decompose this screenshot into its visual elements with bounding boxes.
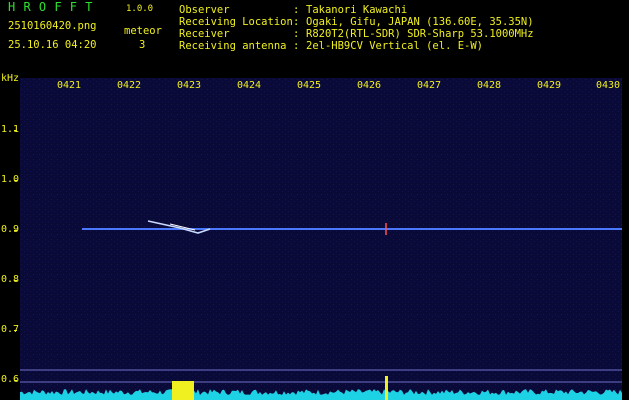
x-label-0423: 0423: [177, 80, 202, 91]
y-tick: [14, 380, 17, 381]
app-title: H R O F F T: [8, 0, 93, 14]
x-label-0421: 0421: [57, 80, 82, 91]
file-name: 2510160420.png: [8, 20, 97, 32]
antenna-value: 2el-HB9CV Vertical (el. E-W): [306, 40, 484, 52]
right-border: [622, 78, 629, 400]
x-label-0422: 0422: [117, 80, 142, 91]
meteor-burst-spike: [385, 376, 388, 400]
x-label-0428: 0428: [477, 80, 502, 91]
y-unit-label: kHz: [1, 73, 20, 84]
antenna-label: Receiving antenna: [179, 40, 287, 52]
date-time: 25.10.16 04:20: [8, 39, 97, 51]
y-tick: [14, 180, 17, 181]
y-tick: [14, 130, 17, 131]
meteor-burst: [172, 381, 194, 400]
app-version: 1.0.0: [126, 4, 154, 14]
x-label-0430: 0430: [596, 80, 621, 91]
header-panel: H R O F F T 1.0.0 2510160420.png 25.10.1…: [0, 0, 629, 78]
x-label-0429: 0429: [537, 80, 562, 91]
y-tick: [14, 330, 17, 331]
y-tick: [14, 230, 17, 231]
x-label-0426: 0426: [357, 80, 382, 91]
antenna-sep: :: [293, 40, 300, 52]
x-label-0424: 0424: [237, 80, 262, 91]
spectrogram-plot: [20, 78, 622, 400]
x-label-0425: 0425: [297, 80, 322, 91]
meteor-label: meteor: [124, 25, 162, 37]
y-tick: [14, 280, 17, 281]
meteor-count: 3: [139, 39, 146, 51]
x-label-0427: 0427: [417, 80, 442, 91]
spectrogram-svg: [20, 78, 622, 400]
noise-background: [20, 78, 622, 400]
